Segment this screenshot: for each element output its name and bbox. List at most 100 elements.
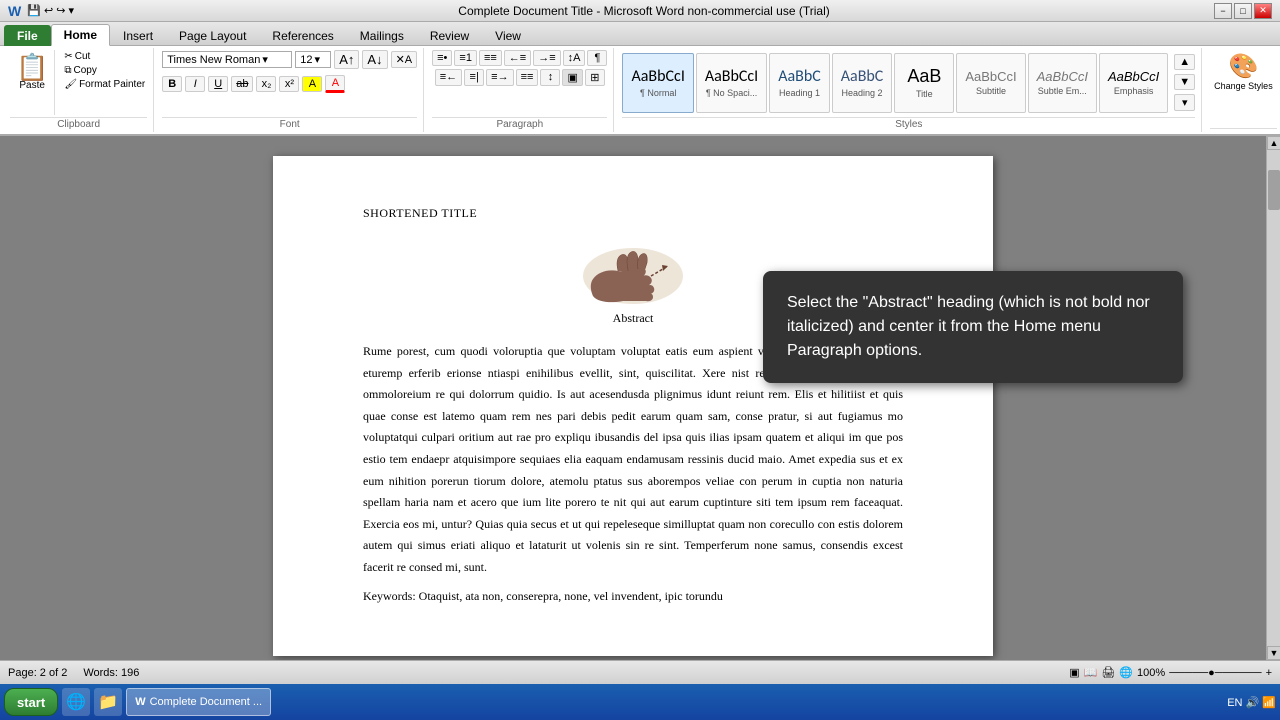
style-subtitle[interactable]: AaBbCcI Subtitle — [956, 53, 1025, 113]
minimize-button[interactable]: − — [1214, 3, 1232, 19]
tab-page-layout[interactable]: Page Layout — [166, 25, 259, 46]
font-name-selector[interactable]: Times New Roman ▾ — [162, 51, 292, 68]
align-center-button[interactable]: ≡| — [464, 69, 484, 86]
styles-content: AaBbCcI ¶ Normal AaBbCcI ¶ No Spaci... A… — [622, 50, 1195, 115]
clear-format-button[interactable]: ✕A — [391, 51, 418, 68]
increase-indent-button[interactable]: →≡ — [533, 50, 560, 66]
paragraph-label: Paragraph — [432, 117, 607, 130]
justify-button[interactable]: ≡≡ — [516, 69, 539, 86]
paste-label: Paste — [19, 80, 45, 91]
tab-home[interactable]: Home — [51, 24, 110, 46]
tab-file[interactable]: File — [4, 25, 51, 46]
shortened-title: SHORTENED TITLE — [363, 206, 903, 221]
superscript-button[interactable]: x² — [279, 76, 299, 92]
document-scroll-area[interactable]: SHORTENED TITLE — [0, 136, 1266, 660]
styles-scroll-down[interactable]: ▼ — [1174, 74, 1195, 90]
title-bar-controls: − □ ✕ — [1214, 3, 1272, 19]
font-row-2: B I U ab x₂ x² A A — [162, 75, 345, 93]
text-highlight-button[interactable]: A — [302, 76, 322, 92]
style-heading1[interactable]: AaBbC Heading 1 — [769, 53, 830, 113]
sort-button[interactable]: ↕A — [563, 50, 586, 66]
system-tray: EN 🔊 📶 — [1227, 696, 1276, 709]
font-dropdown-icon: ▾ — [262, 53, 268, 66]
tab-insert[interactable]: Insert — [110, 25, 166, 46]
multilevel-list-button[interactable]: ≡≡ — [479, 50, 502, 66]
align-left-button[interactable]: ≡← — [435, 69, 462, 86]
style-no-spacing[interactable]: AaBbCcI ¶ No Spaci... — [696, 53, 767, 113]
shading-button[interactable]: ▣ — [562, 69, 582, 86]
numbering-button[interactable]: ≡1 — [454, 50, 477, 66]
font-label: Font — [162, 117, 417, 130]
vertical-scrollbar[interactable]: ▲ ▼ — [1266, 136, 1280, 660]
hand-illustration — [573, 241, 693, 311]
styles-scroll-up[interactable]: ▲ — [1174, 54, 1195, 70]
view-reading-icon[interactable]: 📖 — [1084, 666, 1098, 679]
scissors-icon: ✂ — [64, 51, 72, 62]
view-normal-icon[interactable]: ▣ — [1069, 666, 1079, 679]
scroll-thumb[interactable] — [1268, 170, 1280, 210]
align-right-button[interactable]: ≡→ — [486, 69, 513, 86]
scroll-up-button[interactable]: ▲ — [1267, 136, 1280, 150]
copy-button[interactable]: ⧉ Copy — [62, 64, 147, 77]
taskbar-folder-icon[interactable]: 📁 — [94, 688, 122, 716]
view-print-icon[interactable]: 🖨 — [1101, 666, 1115, 679]
style-heading2[interactable]: AaBbC Heading 2 — [832, 53, 893, 113]
paragraph-row-2: ≡← ≡| ≡→ ≡≡ ↕ ▣ ⊞ — [435, 69, 605, 86]
start-button[interactable]: start — [4, 688, 58, 716]
paste-icon: 📋 — [16, 54, 48, 80]
clipboard-small-buttons: ✂ Cut ⧉ Copy 🖌 Format Painter — [62, 50, 147, 115]
copy-icon: ⧉ — [64, 65, 71, 76]
zoom-slider[interactable]: ─────●────── — [1169, 667, 1261, 679]
styles-label: Styles — [622, 117, 1195, 130]
subscript-button[interactable]: x₂ — [256, 76, 276, 92]
view-web-icon[interactable]: 🌐 — [1119, 666, 1133, 679]
cut-button[interactable]: ✂ Cut — [62, 50, 147, 63]
tab-mailings[interactable]: Mailings — [347, 25, 417, 46]
scroll-track — [1267, 230, 1280, 646]
font-color-button[interactable]: A — [325, 75, 345, 93]
strikethrough-button[interactable]: ab — [231, 76, 253, 92]
ribbon-toolbar: 📋 Paste ✂ Cut ⧉ Copy 🖌 Format Painter — [0, 46, 1280, 136]
zoom-in-button[interactable]: + — [1266, 667, 1272, 679]
close-button[interactable]: ✕ — [1254, 3, 1272, 19]
change-styles-icon: 🎨 — [1228, 52, 1258, 81]
decrease-indent-button[interactable]: ←≡ — [504, 50, 531, 66]
styles-expand[interactable]: ▾ — [1174, 94, 1195, 111]
show-formatting-button[interactable]: ¶ — [587, 50, 607, 66]
format-painter-button[interactable]: 🖌 Format Painter — [62, 78, 147, 91]
ribbon-tabs: File Home Insert Page Layout References … — [0, 22, 1280, 46]
taskbar-word-program[interactable]: W Complete Document ... — [126, 688, 271, 716]
main-layout: W 💾 ↩ ↪ ▾ Complete Document Title - Micr… — [0, 0, 1280, 684]
zoom-level: 100% — [1137, 667, 1165, 679]
font-size-selector[interactable]: 12 ▾ — [295, 51, 331, 68]
maximize-button[interactable]: □ — [1234, 3, 1252, 19]
tab-references[interactable]: References — [259, 25, 346, 46]
taskbar-ie-icon[interactable]: 🌐 — [62, 688, 90, 716]
title-bar-text: Complete Document Title - Microsoft Word… — [74, 4, 1214, 18]
shrink-font-button[interactable]: A↓ — [362, 50, 387, 69]
font-content: Times New Roman ▾ 12 ▾ A↑ A↓ ✕A B I U ab — [162, 50, 417, 115]
keywords: Keywords: Otaquist, ata non, conserepra,… — [363, 589, 903, 604]
scroll-down-button[interactable]: ▼ — [1267, 646, 1280, 660]
borders-button[interactable]: ⊞ — [585, 69, 605, 86]
line-spacing-button[interactable]: ↕ — [540, 69, 560, 86]
tray-icons: EN 🔊 📶 — [1227, 697, 1276, 709]
bold-button[interactable]: B — [162, 76, 182, 92]
word-count: Words: 196 — [83, 667, 139, 679]
paste-button[interactable]: 📋 Paste — [10, 50, 55, 115]
tab-view[interactable]: View — [482, 25, 534, 46]
clipboard-content: 📋 Paste ✂ Cut ⧉ Copy 🖌 Format Painter — [10, 50, 147, 115]
change-styles-button[interactable]: 🎨 Change Styles — [1210, 50, 1277, 93]
bullets-button[interactable]: ≡• — [432, 50, 452, 66]
tab-review[interactable]: Review — [417, 25, 482, 46]
style-title[interactable]: AaB Title — [894, 53, 954, 113]
underline-button[interactable]: U — [208, 76, 228, 92]
abstract-label: Abstract — [613, 311, 654, 326]
style-normal[interactable]: AaBbCcI ¶ Normal — [622, 53, 693, 113]
style-subtle-emphasis[interactable]: AaBbCcI Subtle Em... — [1028, 53, 1097, 113]
italic-button[interactable]: I — [185, 76, 205, 92]
grow-font-button[interactable]: A↑ — [334, 50, 359, 69]
style-emphasis[interactable]: AaBbCcI Emphasis — [1099, 53, 1168, 113]
clipboard-label: Clipboard — [10, 117, 147, 130]
change-styles-label — [1210, 128, 1277, 130]
